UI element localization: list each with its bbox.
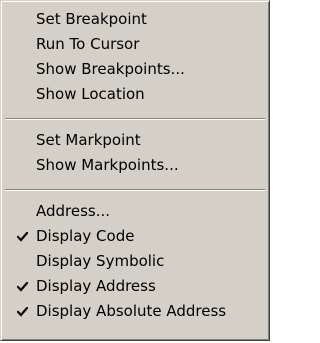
menu-item-show-location[interactable]: Show Location [3, 82, 267, 106]
menu-item-display-address[interactable]: Display Address [3, 274, 267, 298]
checkmark-icon [17, 299, 33, 323]
menu-item-label: Set Markpoint [36, 131, 141, 149]
menu-item-label: Display Symbolic [36, 252, 165, 270]
menu-item-show-markpoints[interactable]: Show Markpoints... [3, 153, 267, 177]
menu-item-label: Display Address [36, 277, 156, 295]
menu-item-set-markpoint[interactable]: Set Markpoint [3, 128, 267, 152]
menu-item-run-to-cursor[interactable]: Run To Cursor [3, 32, 267, 56]
menu-item-label: Run To Cursor [36, 35, 140, 53]
menu-item-label: Show Location [36, 85, 145, 103]
menu-item-address[interactable]: Address... [3, 199, 267, 223]
menu-item-label: Show Markpoints... [36, 156, 179, 174]
menu-separator [5, 118, 265, 120]
menu-item-display-code[interactable]: Display Code [3, 224, 267, 248]
menu-item-label: Display Absolute Address [36, 302, 227, 320]
checkmark-icon [17, 224, 33, 248]
menu-item-display-symbolic[interactable]: Display Symbolic [3, 249, 267, 273]
menu-item-show-breakpoints[interactable]: Show Breakpoints... [3, 57, 267, 81]
menu-item-label: Set Breakpoint [36, 10, 147, 28]
context-menu: Set Breakpoint Run To Cursor Show Breakp… [0, 0, 270, 341]
menu-item-label: Display Code [36, 227, 135, 245]
menu-item-label: Address... [36, 202, 111, 220]
menu-item-label: Show Breakpoints... [36, 60, 185, 78]
checkmark-icon [17, 274, 33, 298]
menu-separator [5, 189, 265, 191]
menu-item-display-absolute-address[interactable]: Display Absolute Address [3, 299, 267, 323]
menu-item-set-breakpoint[interactable]: Set Breakpoint [3, 7, 267, 31]
